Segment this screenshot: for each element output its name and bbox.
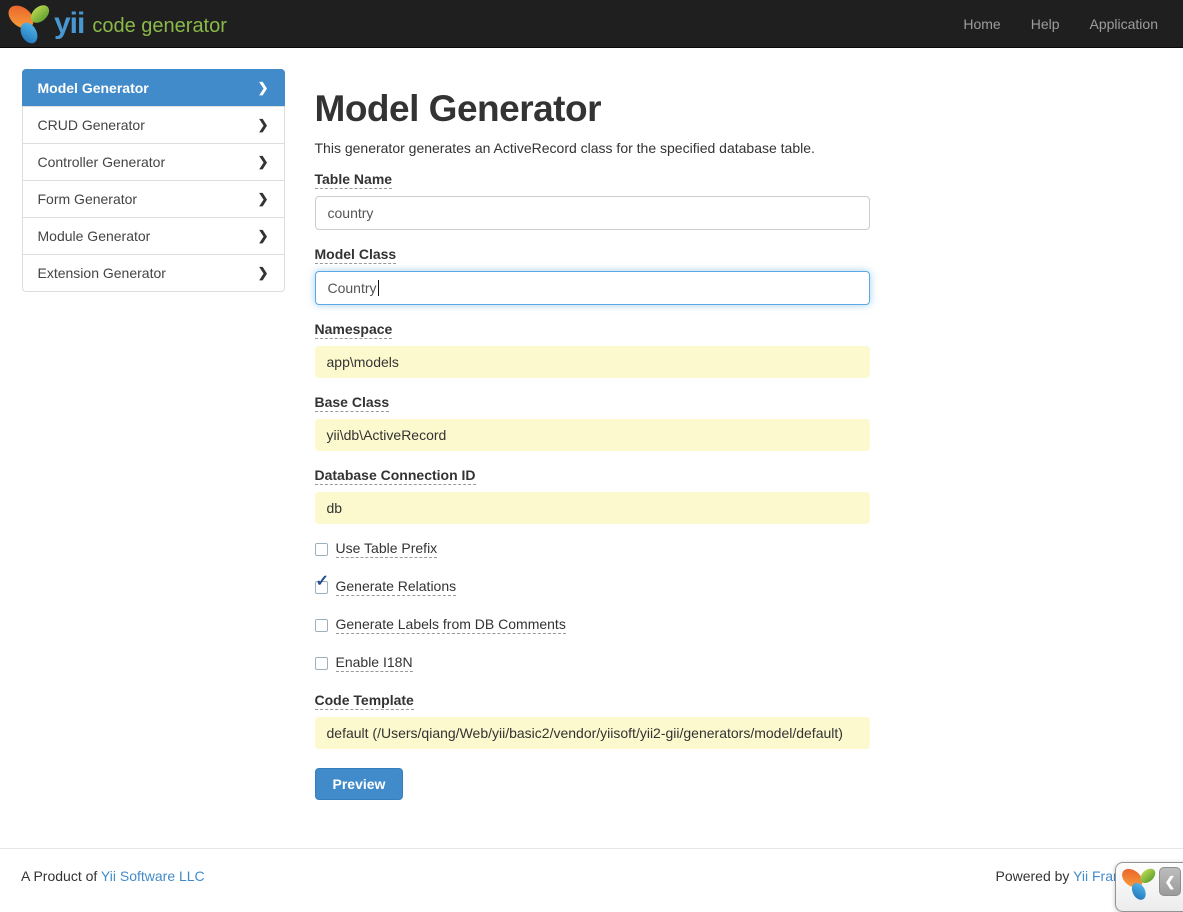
chevron-right-icon: ❯ [258, 265, 269, 281]
generate-labels-checkbox[interactable] [315, 619, 328, 632]
sidebar-item-label: CRUD Generator [38, 117, 145, 133]
brand-title: yii [54, 9, 84, 39]
use-table-prefix-checkbox[interactable] [315, 543, 328, 556]
field-namespace: Namespace app\models [315, 321, 870, 378]
top-navbar: yii code generator Home Help Application [0, 0, 1183, 48]
field-db-connection: Database Connection ID db [315, 467, 870, 524]
sidebar-item-label: Extension Generator [38, 265, 166, 281]
db-connection-label: Database Connection ID [315, 467, 476, 485]
preview-button[interactable]: Preview [315, 768, 404, 800]
checkbox-use-table-prefix: Use Table Prefix [315, 540, 870, 558]
nav-link-home[interactable]: Home [948, 1, 1015, 47]
sidebar-item-form-generator[interactable]: Form Generator ❯ [22, 180, 285, 218]
namespace-label: Namespace [315, 321, 393, 339]
content-container: Model Generator ❯ CRUD Generator ❯ Contr… [7, 48, 1177, 800]
field-table-name: Table Name [315, 171, 870, 230]
sidebar-item-module-generator[interactable]: Module Generator ❯ [22, 217, 285, 255]
page-description: This generator generates an ActiveRecord… [315, 140, 1162, 156]
nav-link-help[interactable]: Help [1016, 1, 1075, 47]
db-connection-sticky-value[interactable]: db [315, 492, 870, 524]
page-title: Model Generator [315, 88, 1162, 130]
sidebar-item-label: Form Generator [38, 191, 138, 207]
generator-sidebar: Model Generator ❯ CRUD Generator ❯ Contr… [22, 69, 285, 800]
generate-relations-label[interactable]: Generate Relations [336, 578, 457, 596]
table-name-label: Table Name [315, 171, 393, 189]
base-class-sticky-value[interactable]: yii\db\ActiveRecord [315, 419, 870, 451]
field-model-class: Model Class Country [315, 246, 870, 305]
model-generator-form: Table Name Model Class Country Namespace… [315, 171, 870, 800]
navbar-menu: Home Help Application [948, 1, 1173, 47]
chevron-right-icon: ❯ [258, 228, 269, 244]
sidebar-item-controller-generator[interactable]: Controller Generator ❯ [22, 143, 285, 181]
checkbox-generate-labels: Generate Labels from DB Comments [315, 616, 870, 634]
sidebar-item-extension-generator[interactable]: Extension Generator ❯ [22, 254, 285, 292]
generate-labels-label[interactable]: Generate Labels from DB Comments [336, 616, 566, 634]
main-panel: Model Generator This generator generates… [315, 69, 1162, 800]
sidebar-item-label: Controller Generator [38, 154, 166, 170]
check-icon: ✓ [316, 574, 329, 590]
namespace-sticky-value[interactable]: app\models [315, 346, 870, 378]
nav-link-application[interactable]: Application [1075, 1, 1174, 47]
generate-relations-checkbox[interactable]: ✓ [315, 581, 328, 594]
text-cursor [378, 280, 379, 296]
enable-i18n-label[interactable]: Enable I18N [336, 654, 413, 672]
model-class-input[interactable]: Country [315, 271, 870, 305]
chevron-right-icon: ❯ [258, 191, 269, 207]
field-code-template: Code Template default (/Users/qiang/Web/… [315, 692, 870, 749]
table-name-input[interactable] [315, 196, 870, 230]
browser-extension-widget: ❮ [1115, 862, 1183, 912]
base-class-label: Base Class [315, 394, 390, 412]
yii-logo-icon [6, 3, 50, 45]
sidebar-item-label: Module Generator [38, 228, 151, 244]
footer-left: A Product of Yii Software LLC [21, 868, 205, 884]
sidebar-item-model-generator[interactable]: Model Generator ❯ [22, 69, 285, 107]
checkbox-generate-relations: ✓ Generate Relations [315, 578, 870, 596]
footer-left-text: A Product of [21, 868, 97, 884]
page-footer: A Product of Yii Software LLC Powered by… [0, 848, 1183, 902]
sidebar-item-crud-generator[interactable]: CRUD Generator ❯ [22, 106, 285, 144]
model-class-label: Model Class [315, 246, 397, 264]
footer-right-text: Powered by [995, 868, 1069, 884]
chevron-right-icon: ❯ [258, 117, 269, 133]
code-template-sticky-value[interactable]: default (/Users/qiang/Web/yii/basic2/ven… [315, 717, 870, 749]
enable-i18n-checkbox[interactable] [315, 657, 328, 670]
chevron-right-icon: ❯ [258, 80, 269, 96]
model-class-value: Country [328, 280, 377, 296]
sidebar-item-label: Model Generator [38, 80, 149, 96]
field-base-class: Base Class yii\db\ActiveRecord [315, 394, 870, 451]
yii-software-link[interactable]: Yii Software LLC [101, 868, 205, 884]
chevron-right-icon: ❯ [258, 154, 269, 170]
code-template-label: Code Template [315, 692, 414, 710]
use-table-prefix-label[interactable]: Use Table Prefix [336, 540, 438, 558]
yii-flower-icon [1120, 866, 1156, 902]
widget-collapse-button[interactable]: ❮ [1159, 867, 1181, 896]
brand-subtitle: code generator [92, 16, 227, 36]
checkbox-enable-i18n: Enable I18N [315, 654, 870, 672]
brand-link[interactable]: yii code generator [6, 3, 227, 45]
